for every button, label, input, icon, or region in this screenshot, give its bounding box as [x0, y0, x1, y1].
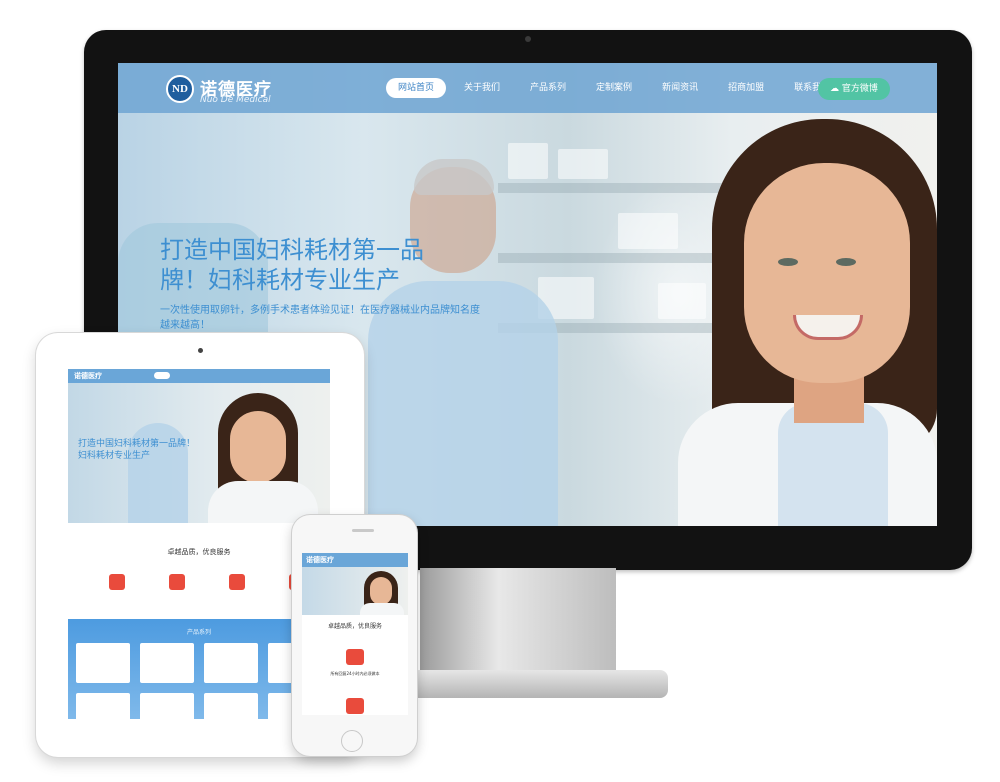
heart-icon [229, 574, 245, 590]
tablet-products-title: 产品系列 [186, 629, 211, 636]
product-card[interactable] [76, 693, 130, 719]
phone-hero [302, 567, 408, 615]
shelf-box [618, 213, 678, 249]
shelf [498, 253, 728, 263]
doctor-eye [778, 258, 798, 266]
shelf-box [558, 149, 608, 179]
logo-subtext: Nuo De Medical [200, 95, 271, 105]
tablet-screen: 打造中国妇科耗材第一品牌！妇科耗材专业生产 诺德医疗 卓越品质，优良服务 产品系… [68, 369, 330, 719]
tablet-hero: 打造中国妇科耗材第一品牌！妇科耗材专业生产 [68, 383, 330, 523]
tablet-quality-title: 卓越品质，优良服务 [167, 548, 231, 556]
menu-item-news[interactable]: 新闻资讯 [650, 78, 710, 98]
menu-item-home[interactable]: 网站首页 [386, 78, 447, 98]
tablet-feature [152, 574, 185, 590]
shelf-box [508, 143, 548, 179]
medical-kit-icon [346, 698, 364, 714]
tablet-doctor-face [230, 411, 286, 483]
phone-home-icon[interactable] [341, 730, 363, 752]
phone-logo[interactable]: 诺德医疗 [306, 555, 334, 565]
hero-subtitle: 一次性使用取卵针，多例手术患者体验见证！在医疗器械业内品牌知名度越来越高！ [160, 305, 480, 331]
product-card[interactable] [204, 693, 258, 719]
product-card[interactable] [76, 643, 130, 683]
tablet-logo[interactable]: 诺德医疗 [74, 371, 102, 381]
hero-title: 打造中国妇科耗材第一品牌！妇科耗材专业生产 [160, 236, 424, 294]
shelf-box [658, 283, 706, 319]
main-menu: 网站首页 关于我们 产品系列 定制案例 新闻资讯 招商加盟 联系我们 [386, 78, 848, 98]
menu-item-about[interactable]: 关于我们 [452, 78, 512, 98]
phone-service-title: 所有回复24小时内必须做本 [330, 671, 380, 676]
weibo-label: 官方微博 [841, 84, 878, 94]
weibo-icon: ☁ [830, 84, 839, 94]
doctor-eye [836, 258, 856, 266]
phone-speaker [352, 529, 374, 532]
tablet-menu-home[interactable] [154, 372, 170, 379]
doctor-face [744, 163, 910, 383]
menu-item-products[interactable]: 产品系列 [518, 78, 578, 98]
medical-kit-icon [109, 574, 125, 590]
camera-dot [525, 36, 531, 42]
tablet-navbar [68, 369, 330, 383]
tablet-feature [92, 574, 125, 590]
tablet-camera [198, 348, 203, 353]
monitor-stand-neck [420, 568, 616, 680]
phone-doctor-coat [360, 603, 404, 615]
menu-item-franchise[interactable]: 招商加盟 [716, 78, 776, 98]
product-card[interactable] [204, 643, 258, 683]
phone-doctor-face [370, 577, 392, 605]
medical-kit-icon [346, 649, 364, 665]
medical-kit-icon [169, 574, 185, 590]
shelf [498, 183, 728, 193]
phone-quality-title: 卓越品质，优良服务 [327, 623, 382, 630]
logo-icon[interactable]: ND [166, 75, 194, 103]
product-card[interactable] [140, 693, 194, 719]
phone-screen: 诺德医疗 卓越品质，优良服务 所有回复24小时内必须做本 [302, 553, 408, 715]
tablet-feature [212, 574, 245, 590]
product-card[interactable] [140, 643, 194, 683]
menu-item-cases[interactable]: 定制案例 [584, 78, 644, 98]
tablet-hero-title: 打造中国妇科耗材第一品牌！妇科耗材专业生产 [78, 439, 196, 461]
tablet-products-section: 产品系列 [68, 619, 330, 719]
weibo-button[interactable]: ☁ 官方微博 [818, 78, 890, 100]
customer-hair [414, 159, 494, 195]
